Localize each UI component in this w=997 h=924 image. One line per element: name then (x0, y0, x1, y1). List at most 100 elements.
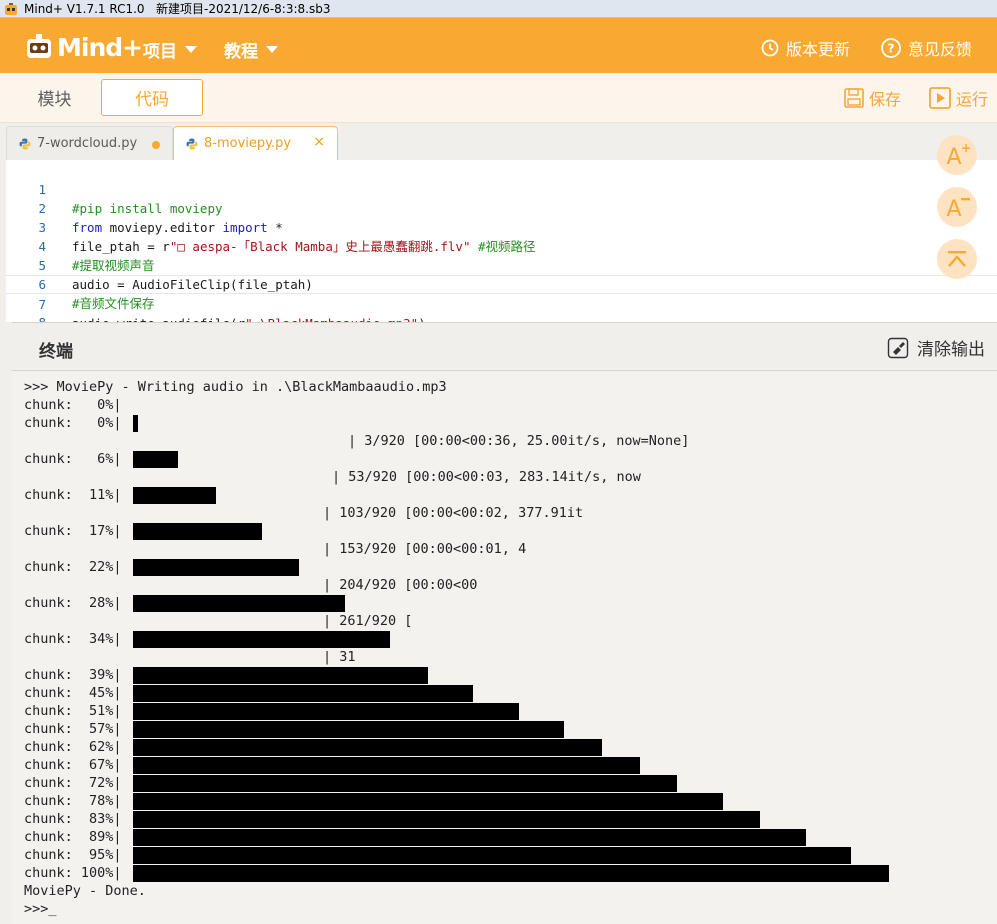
code-line: 2 from moviepy.editor import * (6, 180, 997, 235)
window-titlebar: Mind+ V1.7.1 RC1.0 新建项目-2021/12/6-8:3:8.… (0, 0, 997, 18)
file-tab-label: 7-wordcloud.py (37, 136, 138, 151)
run-label: 运行 (956, 90, 989, 109)
svg-text:+: + (961, 141, 971, 155)
progress-bar (133, 757, 640, 774)
mindplus-logo[interactable]: Mind+ (24, 30, 143, 64)
feedback-button[interactable]: ? 意见反馈 (880, 36, 972, 60)
font-decrease-button[interactable]: A (937, 187, 977, 227)
code-line-current: 7 audio.write_audiofile(r".\BlackMambaau… (6, 275, 997, 331)
progress-bar (133, 523, 262, 540)
tab-code[interactable]: 代码 (101, 79, 203, 116)
progress-bar (133, 685, 473, 702)
font-decrease-icon: A (946, 197, 970, 222)
progress-line: chunk: 34%| (24, 631, 122, 647)
scroll-top-button[interactable] (937, 239, 977, 279)
chevron-down-icon (266, 46, 278, 53)
terminal-line: MoviePy - Done. (24, 883, 146, 899)
progress-line: chunk: 17%| (24, 523, 122, 539)
progress-line: chunk: 57%| (24, 721, 122, 737)
chevron-down-icon (185, 46, 197, 53)
save-button[interactable]: 保存 (843, 86, 901, 110)
progress-line: chunk: 28%| (24, 595, 122, 611)
svg-text:A: A (946, 145, 961, 170)
logo-text: Mind+ (57, 32, 143, 62)
progress-line: chunk: 51%| (24, 703, 122, 719)
code-line: 4 #提取视频声音 (6, 218, 997, 273)
progress-bar (133, 487, 216, 504)
project-menu[interactable]: 项目 (143, 37, 197, 62)
toolbar: 模块 代码 保存 运行 (0, 73, 997, 123)
save-label: 保存 (869, 90, 902, 109)
progress-line: chunk: 72%| (24, 775, 122, 791)
progress-bar (133, 631, 390, 648)
code-editor[interactable]: 1 #pip install moviepy 2 from moviepy.ed… (6, 160, 997, 331)
progress-status-line: | 53/920 [00:00<00:03, 283.14it/s, now (332, 469, 641, 485)
progress-bar (133, 667, 428, 684)
progress-line: chunk: 67%| (24, 757, 122, 773)
code-line: 8 (6, 294, 997, 330)
progress-line: chunk: 78%| (24, 793, 122, 809)
progress-bar (133, 415, 138, 432)
progress-bar (133, 847, 851, 864)
progress-status-line: | 153/920 [00:00<00:01, 4 (323, 541, 527, 557)
version-update-button[interactable]: 版本更新 (760, 36, 850, 60)
progress-bar (133, 721, 564, 738)
file-tab-moviepy[interactable]: 8-moviepy.py × (173, 126, 338, 160)
run-button[interactable]: 运行 (928, 86, 988, 110)
progress-bar (133, 829, 806, 846)
progress-line: chunk: 0%| (24, 397, 122, 413)
menubar: Mind+ 项目 教程 版本更新 ? 意见反馈 (0, 18, 997, 73)
close-icon[interactable]: × (313, 134, 325, 150)
font-increase-button[interactable]: A + (937, 135, 977, 175)
code-line: 6 #音频文件保存 (6, 256, 997, 311)
progress-bar (133, 739, 602, 756)
tutorial-menu-label: 教程 (224, 42, 258, 62)
progress-bar (133, 811, 760, 828)
progress-status-line: | 103/920 [00:00<00:02, 377.91it (323, 505, 584, 521)
progress-line: chunk: 83%| (24, 811, 122, 827)
terminal-line: >>> MoviePy - Writing audio in .\BlackMa… (24, 379, 447, 395)
progress-bar (133, 793, 723, 810)
clear-output-label: 清除输出 (917, 340, 985, 360)
terminal-title: 终端 (39, 342, 73, 362)
mindplus-app-icon (5, 3, 17, 15)
svg-text:A: A (946, 197, 961, 222)
tutorial-menu[interactable]: 教程 (224, 37, 278, 62)
play-icon (929, 87, 951, 109)
progress-bar (133, 451, 178, 468)
clear-output-button[interactable]: 清除输出 (887, 335, 985, 360)
project-menu-label: 项目 (143, 42, 177, 62)
code-line: 3 file_ptah = r"□ aespa-「Black Mamba」史上最… (6, 199, 997, 254)
progress-bar (133, 559, 299, 576)
python-icon (19, 138, 31, 149)
progress-status-line: | 3/920 [00:00<00:36, 25.00it/s, now=Non… (348, 433, 690, 449)
progress-line: chunk: 11%| (24, 487, 122, 503)
progress-line: chunk: 100%| (24, 865, 122, 881)
unsaved-dot-icon (152, 141, 160, 149)
python-icon (186, 138, 198, 149)
progress-line: chunk: 62%| (24, 739, 122, 755)
progress-bar (133, 703, 519, 720)
terminal-line: >>>_ (24, 901, 57, 917)
history-icon (761, 39, 779, 57)
tab-blocks[interactable]: 模块 (6, 79, 103, 116)
svg-text:?: ? (888, 42, 895, 56)
tab-code-label: 代码 (135, 90, 169, 110)
progress-status-line: | 31 (323, 649, 356, 665)
collapse-up-icon (948, 251, 966, 267)
terminal-output[interactable]: >>> MoviePy - Writing audio in .\BlackMa… (12, 370, 997, 924)
code-line: 1 #pip install moviepy (6, 161, 997, 216)
progress-bar (133, 775, 677, 792)
font-increase-icon: A + (946, 141, 971, 170)
progress-line: chunk: 6%| (24, 451, 122, 467)
version-update-label: 版本更新 (786, 40, 851, 59)
progress-bar (133, 595, 345, 612)
file-tabs: 7-wordcloud.py 8-moviepy.py × (0, 123, 997, 160)
code-line: 5 audio = AudioFileClip(file_ptah) (6, 237, 997, 292)
tab-blocks-label: 模块 (37, 90, 72, 110)
file-tab-label: 8-moviepy.py (204, 136, 292, 151)
clear-output-icon (887, 337, 909, 358)
file-tab-wordcloud[interactable]: 7-wordcloud.py (6, 126, 173, 160)
window-title: Mind+ V1.7.1 RC1.0 新建项目-2021/12/6-8:3:8.… (24, 2, 331, 16)
progress-line: chunk: 95%| (24, 847, 122, 863)
